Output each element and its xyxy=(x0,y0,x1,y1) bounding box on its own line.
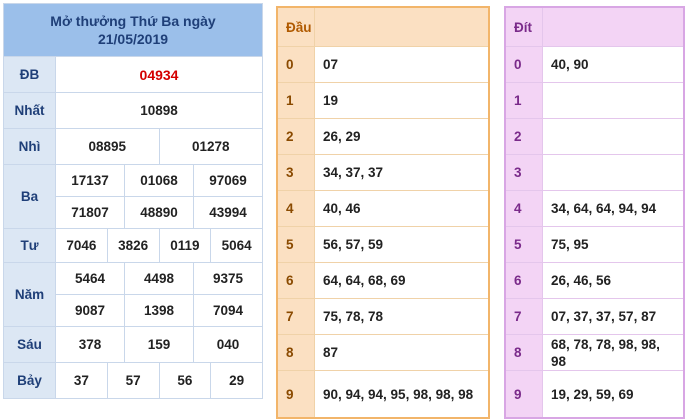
dit-values xyxy=(542,82,685,119)
dau-table: Đầu 0 07 1 19 2 26, 29 3 34, 37, 37 4 40, 46 … xyxy=(276,6,490,419)
second-prize-value: 08895 xyxy=(55,128,160,165)
dit-key: 9 xyxy=(504,370,543,419)
dau-key: 5 xyxy=(276,226,315,263)
results-date: 21/05/2019 xyxy=(97,31,169,47)
prize-label-bay: Bảy xyxy=(3,362,56,399)
results-title-line1: Mở thưởng Thứ Ba ngày xyxy=(50,13,216,29)
dau-values: 40, 46 xyxy=(314,190,490,227)
sixth-prize-value: 040 xyxy=(193,326,263,363)
fourth-prize-value: 7046 xyxy=(55,228,108,263)
dau-values: 64, 64, 68, 69 xyxy=(314,262,490,299)
seventh-prize-value: 29 xyxy=(210,362,263,399)
dau-values: 19 xyxy=(314,82,490,119)
third-prize-value: 01068 xyxy=(124,164,194,197)
fourth-prize-value: 3826 xyxy=(106,228,160,263)
third-prize-value: 48890 xyxy=(124,196,194,229)
lottery-results-table: Mở thưởng Thứ Ba ngày 21/05/2019 ĐB 0493… xyxy=(3,3,263,399)
dau-values: 26, 29 xyxy=(314,118,490,155)
dau-key: 7 xyxy=(276,298,315,335)
dit-key: 3 xyxy=(504,154,543,191)
fourth-prize-value: 0119 xyxy=(158,228,212,263)
dau-key: 8 xyxy=(276,334,315,371)
dit-values: 40, 90 xyxy=(542,46,685,83)
dau-key: 2 xyxy=(276,118,315,155)
sixth-prize-value: 159 xyxy=(124,326,194,363)
dit-key: 5 xyxy=(504,226,543,263)
dau-key: 1 xyxy=(276,82,315,119)
fifth-prize-value: 9087 xyxy=(55,294,125,327)
dit-header-values xyxy=(542,6,685,47)
prize-label-nhat: Nhất xyxy=(3,92,56,129)
second-prize-value: 01278 xyxy=(158,128,263,165)
fifth-prize-value: 5464 xyxy=(55,262,125,295)
fifth-prize-value: 1398 xyxy=(124,294,194,327)
dit-values: 68, 78, 78, 98, 98, 98 xyxy=(542,334,685,371)
prize-label-nam: Năm xyxy=(3,262,56,327)
dit-values xyxy=(542,118,685,155)
fifth-prize-value: 4498 xyxy=(124,262,194,295)
dit-key: 0 xyxy=(504,46,543,83)
third-prize-value: 43994 xyxy=(193,196,263,229)
third-prize-value: 71807 xyxy=(55,196,125,229)
results-title: Mở thưởng Thứ Ba ngày 21/05/2019 xyxy=(3,3,263,57)
prize-label-tu: Tư xyxy=(3,228,56,263)
dit-header: Đít xyxy=(504,6,543,47)
dau-key: 9 xyxy=(276,370,315,419)
dit-key: 6 xyxy=(504,262,543,299)
dit-key: 2 xyxy=(504,118,543,155)
dit-values: 75, 95 xyxy=(542,226,685,263)
first-prize-value: 10898 xyxy=(55,92,263,129)
prize-label-nhi: Nhì xyxy=(3,128,56,165)
dit-key: 4 xyxy=(504,190,543,227)
dit-values xyxy=(542,154,685,191)
dau-key: 4 xyxy=(276,190,315,227)
dit-key: 1 xyxy=(504,82,543,119)
dau-key: 6 xyxy=(276,262,315,299)
dit-values: 07, 37, 37, 57, 87 xyxy=(542,298,685,335)
dau-header: Đầu xyxy=(276,6,315,47)
dau-values: 34, 37, 37 xyxy=(314,154,490,191)
fifth-prize-value: 7094 xyxy=(193,294,263,327)
special-prize-value: 04934 xyxy=(55,56,263,93)
dau-values: 07 xyxy=(314,46,490,83)
dit-key: 7 xyxy=(504,298,543,335)
dau-values: 75, 78, 78 xyxy=(314,298,490,335)
fifth-prize-value: 9375 xyxy=(193,262,263,295)
seventh-prize-value: 37 xyxy=(55,362,108,399)
dit-values: 26, 46, 56 xyxy=(542,262,685,299)
dau-key: 0 xyxy=(276,46,315,83)
prize-label-sau: Sáu xyxy=(3,326,56,363)
dit-key: 8 xyxy=(504,334,543,371)
dau-values: 56, 57, 59 xyxy=(314,226,490,263)
dau-values: 90, 94, 94, 95, 98, 98, 98 xyxy=(314,370,490,419)
dau-header-values xyxy=(314,6,490,47)
dau-key: 3 xyxy=(276,154,315,191)
dit-values: 19, 29, 59, 69 xyxy=(542,370,685,419)
seventh-prize-value: 56 xyxy=(158,362,212,399)
prize-label-db: ĐB xyxy=(3,56,56,93)
dit-values: 34, 64, 64, 94, 94 xyxy=(542,190,685,227)
third-prize-value: 17137 xyxy=(55,164,125,197)
dit-table: Đít 0 40, 90 1 2 3 4 34, 64, 64, 94, 94 57… xyxy=(504,6,685,419)
prize-label-ba: Ba xyxy=(3,164,56,229)
fourth-prize-value: 5064 xyxy=(210,228,263,263)
sixth-prize-value: 378 xyxy=(55,326,125,363)
dau-values: 87 xyxy=(314,334,490,371)
third-prize-value: 97069 xyxy=(193,164,263,197)
seventh-prize-value: 57 xyxy=(106,362,160,399)
